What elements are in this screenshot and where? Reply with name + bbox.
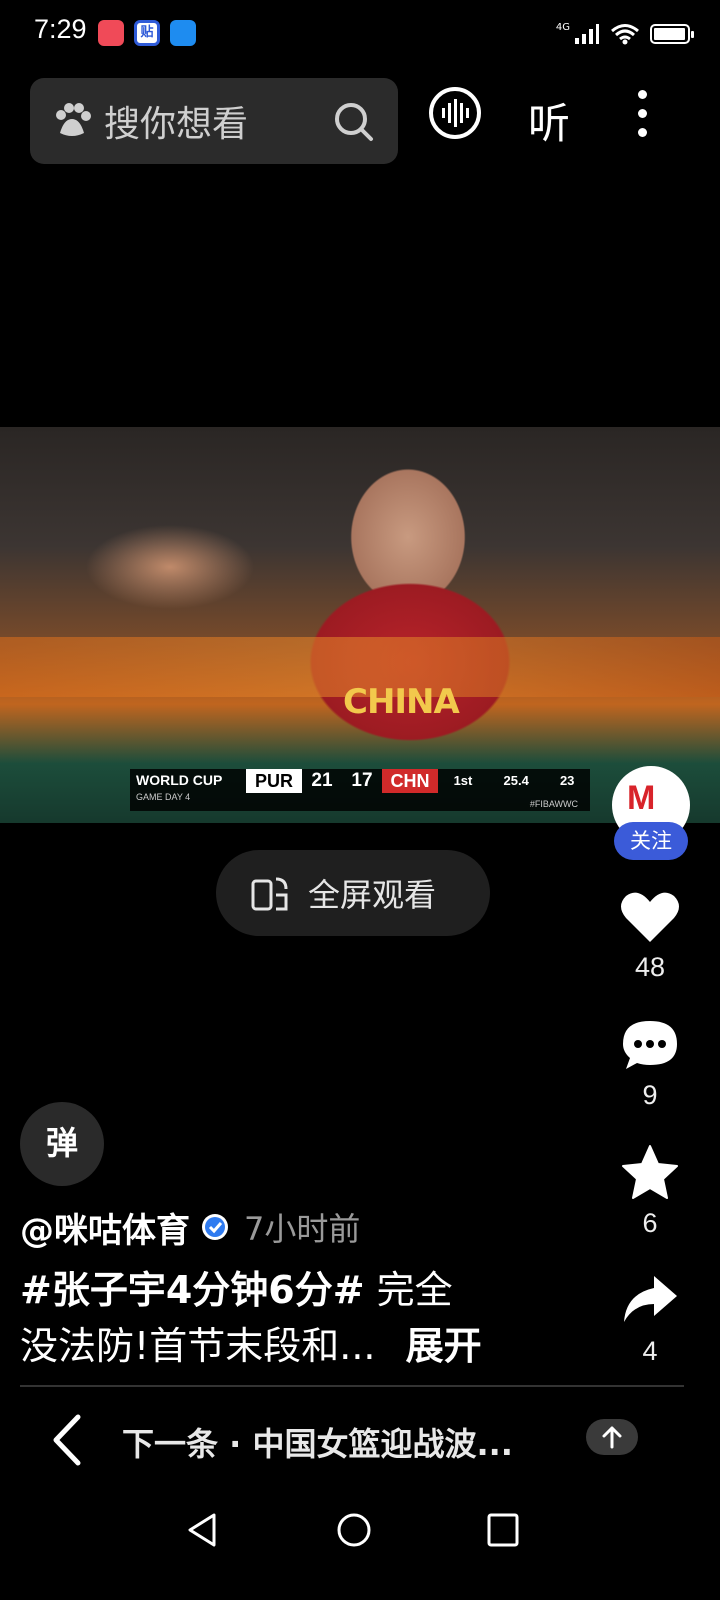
follow-button[interactable]: 关注 xyxy=(614,822,688,860)
author-row: @咪咕体育 7小时前 xyxy=(20,1203,361,1252)
scroll-up-button[interactable] xyxy=(586,1419,638,1455)
search-icon[interactable] xyxy=(332,100,376,144)
comment-count: 9 xyxy=(642,1080,658,1110)
arrow-up-icon xyxy=(602,1426,622,1449)
nav-home-icon xyxy=(337,1513,371,1547)
comment-icon[interactable] xyxy=(620,1018,680,1072)
scoreboard-event: WORLD CUP GAME DAY 4 xyxy=(130,769,246,811)
event-day: GAME DAY 4 xyxy=(136,792,191,802)
caption-hashtag[interactable]: #张子宇4分钟6分# xyxy=(20,1268,365,1312)
more-options-icon[interactable] xyxy=(636,90,648,140)
jersey-text: CHINA xyxy=(343,682,460,722)
post-caption[interactable]: #张子宇4分钟6分# 完全 没法防!首节末段和... 展开 xyxy=(20,1262,580,1374)
battery-icon xyxy=(650,24,694,44)
share-count: 4 xyxy=(642,1336,658,1366)
status-time: 7:29 xyxy=(34,14,87,44)
danmaku-toggle-button[interactable]: 弹 xyxy=(20,1102,104,1186)
team-home: PUR xyxy=(246,769,302,793)
tieba-icon: 贴 xyxy=(134,20,160,46)
status-bar: 7:29 贴 4G xyxy=(0,0,720,70)
video-player[interactable]: CHINA WORLD CUP GAME DAY 4 PUR 21 17 CHN… xyxy=(0,427,720,823)
channel-logo: M xyxy=(627,779,656,817)
caption-line1: 完全 xyxy=(376,1268,453,1312)
favorite-action[interactable]: 6 xyxy=(610,1144,690,1239)
nav-recents-button[interactable] xyxy=(486,1512,520,1552)
expand-button[interactable]: 展开 xyxy=(406,1324,482,1368)
weather-icon xyxy=(170,20,196,46)
fullscreen-button[interactable]: 全屏观看 xyxy=(216,850,490,936)
status-indicators: 4G xyxy=(555,18,694,50)
clock: 25.4 xyxy=(503,773,529,788)
shot-clock: 23 xyxy=(559,773,575,788)
comment-action[interactable]: 9 xyxy=(610,1018,690,1111)
baidu-paw-icon xyxy=(56,103,91,136)
nav-back-icon xyxy=(188,1513,216,1547)
team-away: CHN xyxy=(382,769,438,793)
like-action[interactable]: 48 xyxy=(610,890,690,983)
verified-icon xyxy=(202,1214,228,1240)
nav-home-button[interactable] xyxy=(336,1512,372,1552)
network-label: 4G xyxy=(555,21,570,33)
system-nav-bar xyxy=(0,1492,720,1600)
back-chevron-icon[interactable] xyxy=(48,1413,84,1467)
scoreboard-hashtag: #FIBAWWC xyxy=(529,799,578,809)
nav-recents-icon xyxy=(487,1513,519,1547)
caption-line2: 没法防!首节末段和... xyxy=(20,1324,376,1368)
favorite-count: 6 xyxy=(642,1208,658,1238)
fullscreen-label: 全屏观看 xyxy=(308,876,437,914)
next-video-bar[interactable]: 下一条 · 中国女篮迎战波... xyxy=(0,1395,720,1485)
period: 1st xyxy=(453,773,473,788)
fullscreen-rotate-icon xyxy=(251,877,288,911)
search-bar[interactable]: 搜你想看 xyxy=(30,78,398,164)
search-placeholder: 搜你想看 xyxy=(104,104,249,145)
score-home: 21 xyxy=(311,770,333,791)
heart-icon[interactable] xyxy=(620,890,680,944)
next-video-title: 下一条 · 中国女篮迎战波... xyxy=(122,1425,513,1463)
event-name: WORLD CUP xyxy=(136,772,223,788)
post-time: 7小时前 xyxy=(244,1210,361,1248)
share-action[interactable]: 4 xyxy=(610,1272,690,1367)
voice-search-icon[interactable] xyxy=(428,86,482,140)
divider xyxy=(20,1385,684,1387)
score-away: 17 xyxy=(351,770,373,791)
wifi-icon xyxy=(611,24,639,45)
nav-back-button[interactable] xyxy=(186,1512,218,1552)
listen-button[interactable]: 听 xyxy=(528,90,570,151)
signal-icon xyxy=(575,24,599,44)
author-name[interactable]: @咪咕体育 xyxy=(20,1203,190,1252)
scoreboard: WORLD CUP GAME DAY 4 PUR 21 17 CHN 1st 2… xyxy=(130,769,590,811)
star-icon[interactable] xyxy=(620,1144,680,1200)
like-count: 48 xyxy=(634,952,666,982)
share-icon[interactable] xyxy=(620,1272,680,1328)
game-clock: 1st 25.4 23 xyxy=(438,769,590,793)
mail-app-icon xyxy=(98,20,124,46)
danmaku-label: 弹 xyxy=(45,1124,78,1162)
